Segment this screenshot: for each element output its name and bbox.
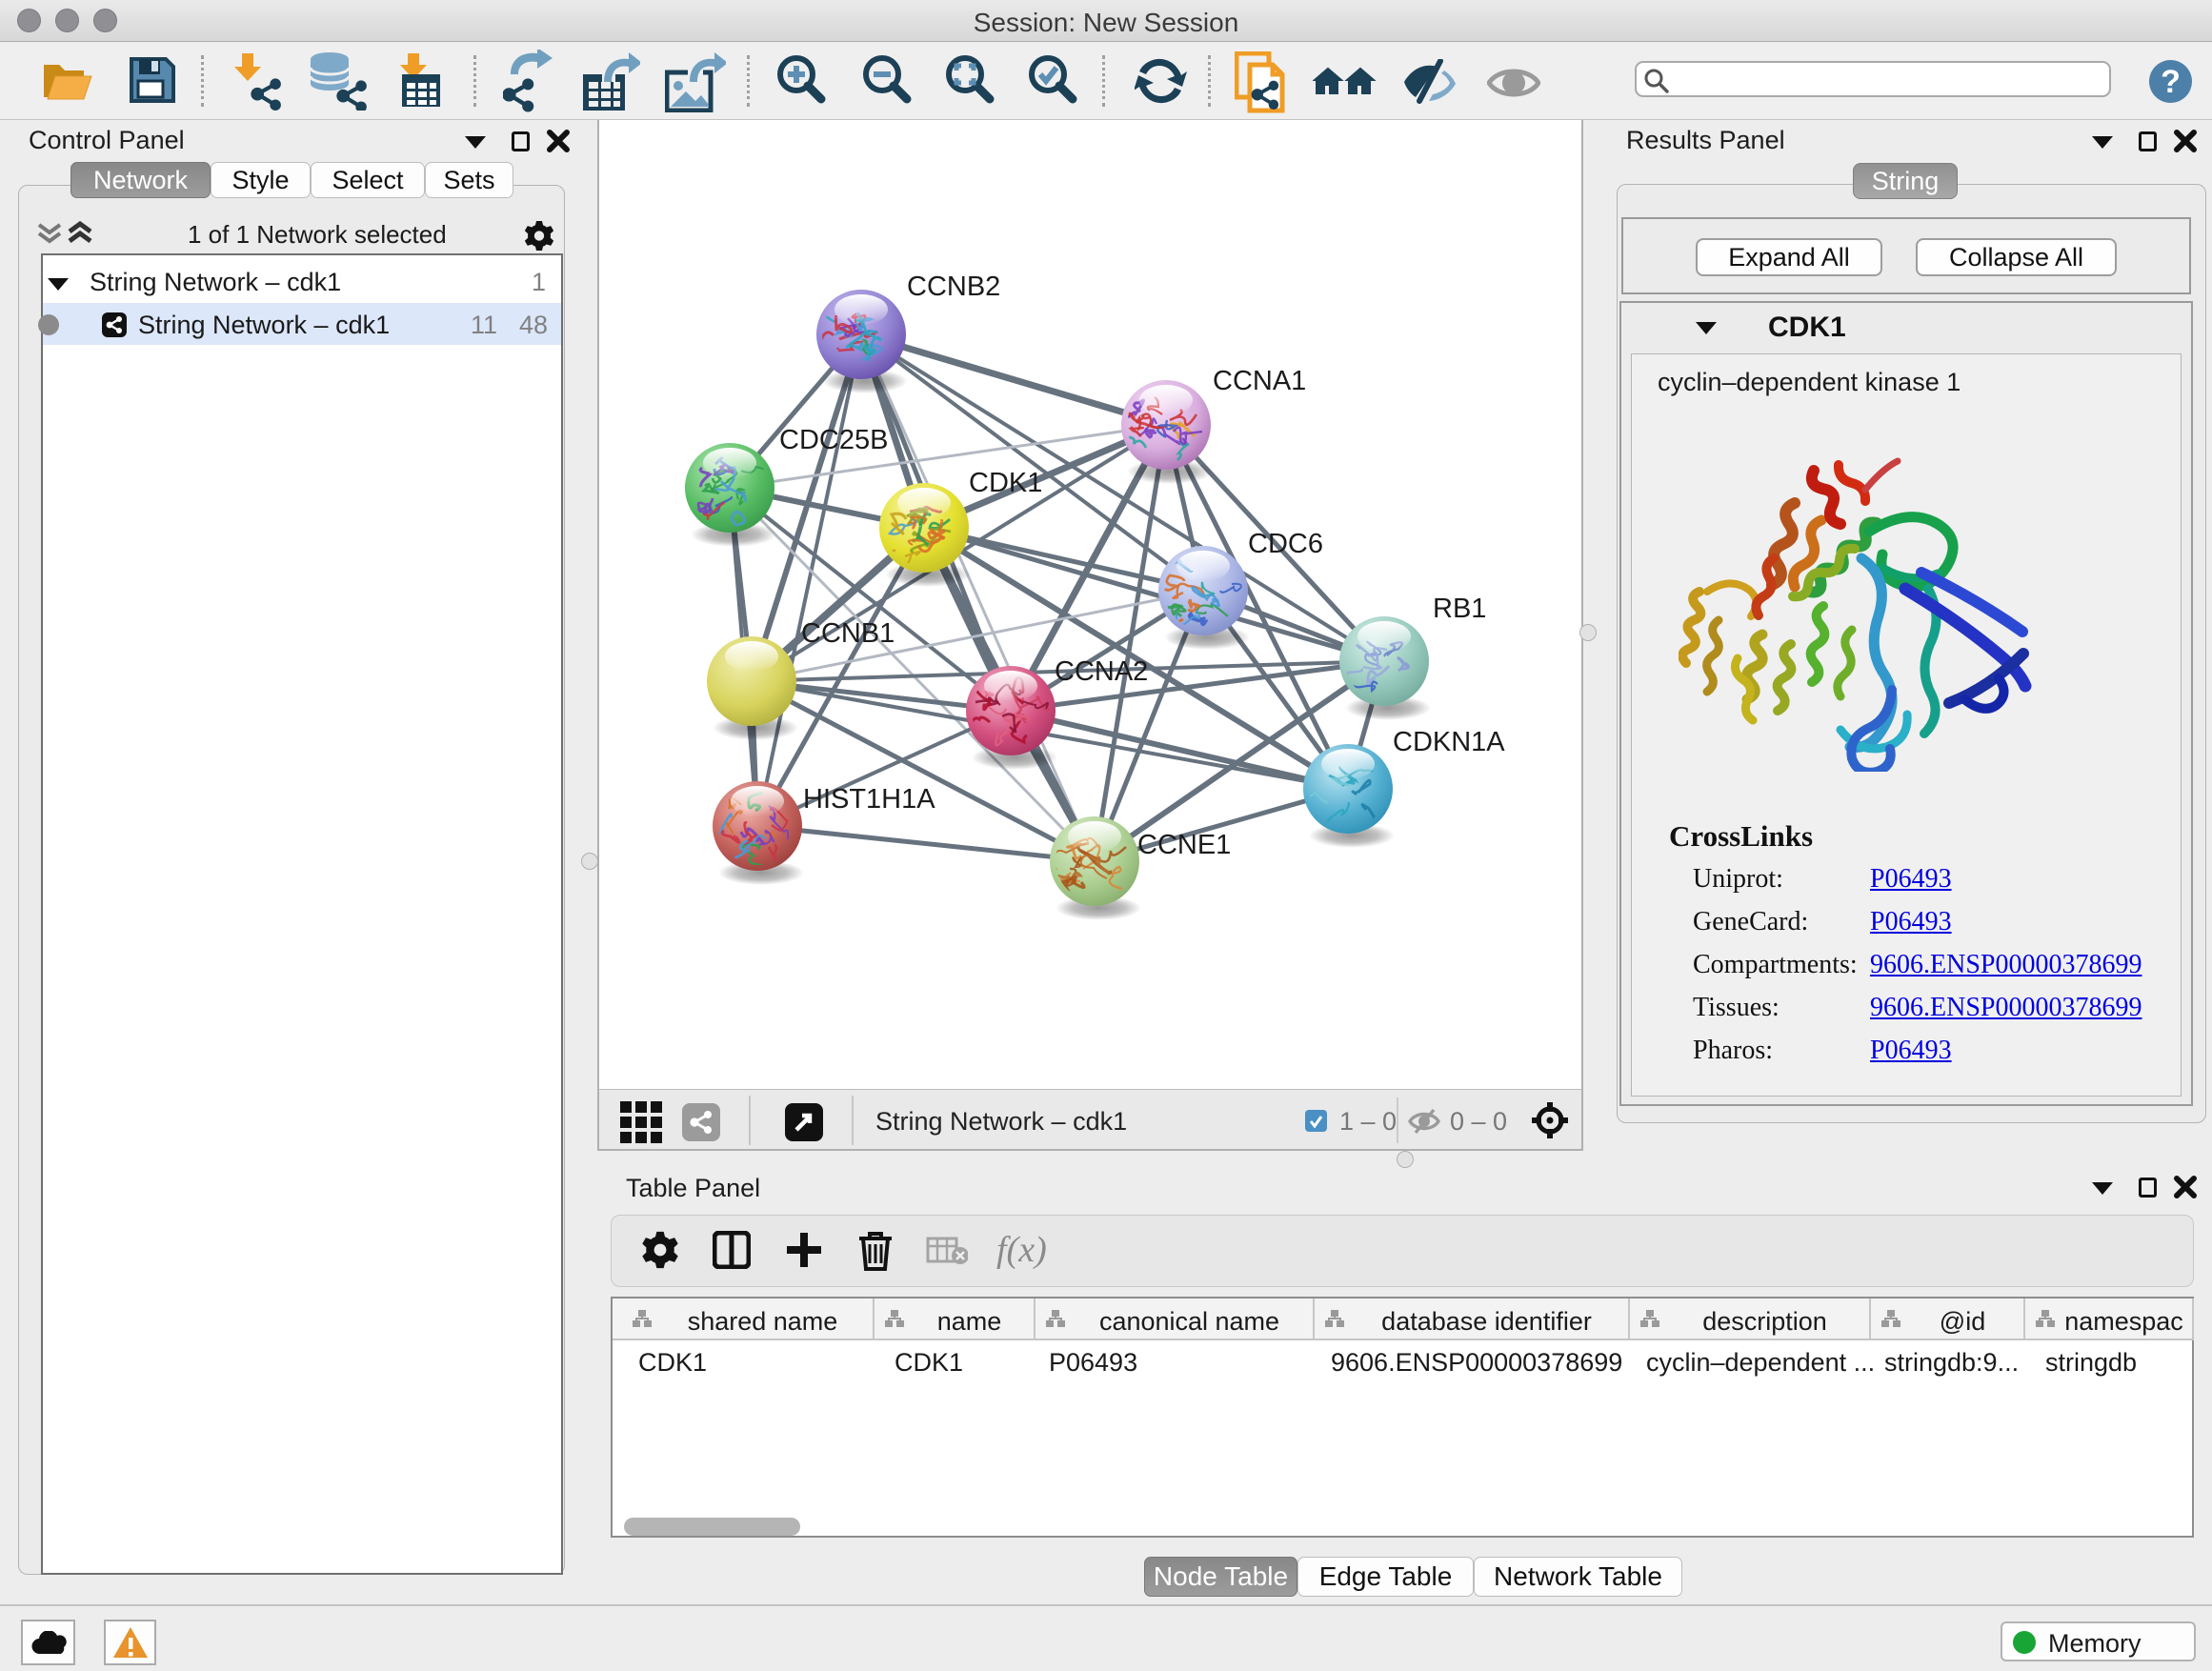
svg-text:CCNA2: CCNA2 <box>1055 656 1148 687</box>
svg-text:CCNE1: CCNE1 <box>1137 830 1231 860</box>
svg-text:HIST1H1A: HIST1H1A <box>803 784 935 815</box>
svg-text:CCNA1: CCNA1 <box>1213 366 1306 396</box>
svg-text:CCNB2: CCNB2 <box>907 272 1000 302</box>
svg-text:CDKN1A: CDKN1A <box>1393 727 1505 757</box>
svg-text:RB1: RB1 <box>1433 594 1486 624</box>
svg-text:CCNB1: CCNB1 <box>801 618 895 649</box>
svg-text:CDC6: CDC6 <box>1248 529 1323 559</box>
svg-text:CDC25B: CDC25B <box>779 425 888 455</box>
svg-text:CDK1: CDK1 <box>969 468 1042 498</box>
